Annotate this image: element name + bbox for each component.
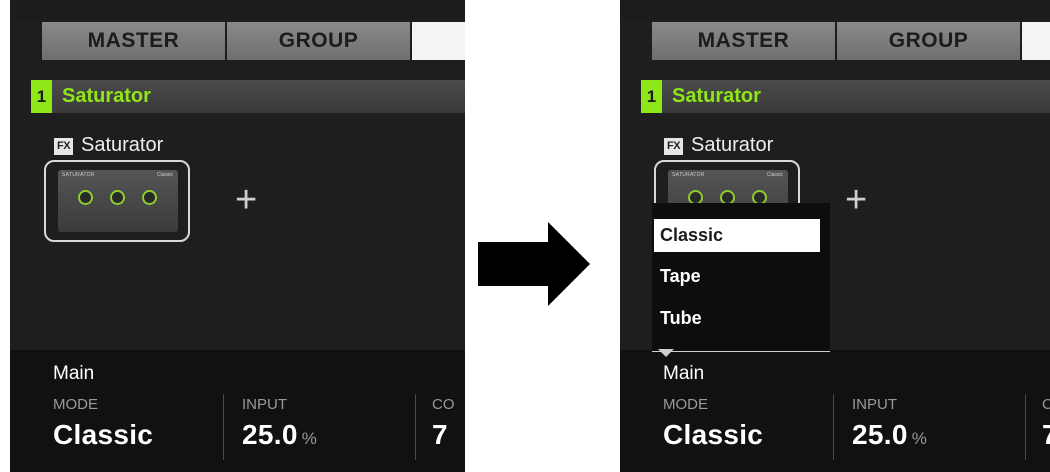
screen-before: MASTER GROUP 1 Saturator FX Saturator SAT… <box>10 0 465 472</box>
knob-icon <box>142 190 157 205</box>
tab-active[interactable] <box>412 22 465 60</box>
knob-icon <box>110 190 125 205</box>
plus-icon[interactable]: + <box>235 180 257 220</box>
section-title: Main <box>663 363 705 384</box>
param-divider <box>833 394 834 460</box>
parameter-area: Main MODE Classic INPUT 25.0% CO 7 <box>10 350 465 472</box>
param-value: 25.0% <box>242 419 318 450</box>
menu-item-classic[interactable]: Classic <box>654 219 820 252</box>
fx-icon: FX <box>664 138 683 155</box>
param-value: Classic <box>663 419 764 450</box>
param-value: 7 <box>1042 419 1050 451</box>
top-band <box>10 0 465 20</box>
param-mode[interactable]: MODE Classic <box>53 392 157 462</box>
slot-number: 1 <box>31 80 52 113</box>
tab-master[interactable]: MASTER <box>652 22 835 60</box>
thumb-header: SATURATOR <box>62 172 95 178</box>
param-label: MODE <box>663 396 708 413</box>
plugin-thumbnail[interactable]: SATURATOR Classic <box>44 160 190 242</box>
tab-bar: MASTER GROUP <box>42 22 465 60</box>
thumb-mode: Classic <box>156 172 173 178</box>
menu-pointer-icon <box>658 349 674 357</box>
slot-bar[interactable]: 1 Saturator <box>31 80 465 113</box>
param-value: 7 <box>432 419 448 450</box>
plugin-title: FX Saturator <box>664 133 773 157</box>
param-label: CO <box>1042 396 1050 413</box>
param-value: 25.0% <box>852 419 928 450</box>
param-third[interactable]: CO 7 <box>1042 392 1050 462</box>
slot-name: Saturator <box>62 85 151 107</box>
mode-dropdown-menu: Classic Tape Tube <box>652 203 830 351</box>
tab-group[interactable]: GROUP <box>837 22 1020 60</box>
param-label: INPUT <box>242 396 287 413</box>
plus-icon[interactable]: + <box>845 180 867 220</box>
plugin-title: FX Saturator <box>54 133 163 157</box>
arrow-right-icon <box>478 222 590 306</box>
tab-group[interactable]: GROUP <box>227 22 410 60</box>
plugin-panel: SATURATOR Classic <box>58 170 178 232</box>
slot-name: Saturator <box>672 85 761 107</box>
menu-item-tube[interactable]: Tube <box>654 302 820 335</box>
param-divider <box>1025 394 1026 460</box>
plugin-name: Saturator <box>691 134 774 156</box>
param-value: Classic <box>53 419 154 450</box>
fx-icon: FX <box>54 138 73 155</box>
param-input[interactable]: INPUT 25.0% <box>852 392 927 462</box>
thumb-header: SATURATOR <box>672 172 705 178</box>
thumb-mode: Classic <box>766 172 783 178</box>
tab-master[interactable]: MASTER <box>42 22 225 60</box>
param-input[interactable]: INPUT 25.0% <box>242 392 317 462</box>
param-divider <box>223 394 224 460</box>
param-label: INPUT <box>852 396 897 413</box>
param-label: CO <box>432 396 455 413</box>
menu-underline <box>652 351 830 352</box>
parameter-area: Main MODE Classic INPUT 25.0% CO 7 <box>620 350 1050 472</box>
tab-bar: MASTER GROUP <box>652 22 1050 60</box>
slot-number: 1 <box>641 80 662 113</box>
param-label: MODE <box>53 396 98 413</box>
screen-after: MASTER GROUP 1 Saturator FX Saturator SAT… <box>620 0 1050 472</box>
slot-bar[interactable]: 1 Saturator <box>641 80 1050 113</box>
menu-item-tape[interactable]: Tape <box>654 260 820 293</box>
top-band <box>620 0 1050 20</box>
param-mode[interactable]: MODE Classic <box>663 392 767 462</box>
section-title: Main <box>53 363 95 384</box>
param-divider <box>415 394 416 460</box>
tab-active[interactable] <box>1022 22 1050 60</box>
param-third[interactable]: CO 7 <box>432 392 455 462</box>
plugin-name: Saturator <box>81 134 164 156</box>
knob-icon <box>78 190 93 205</box>
